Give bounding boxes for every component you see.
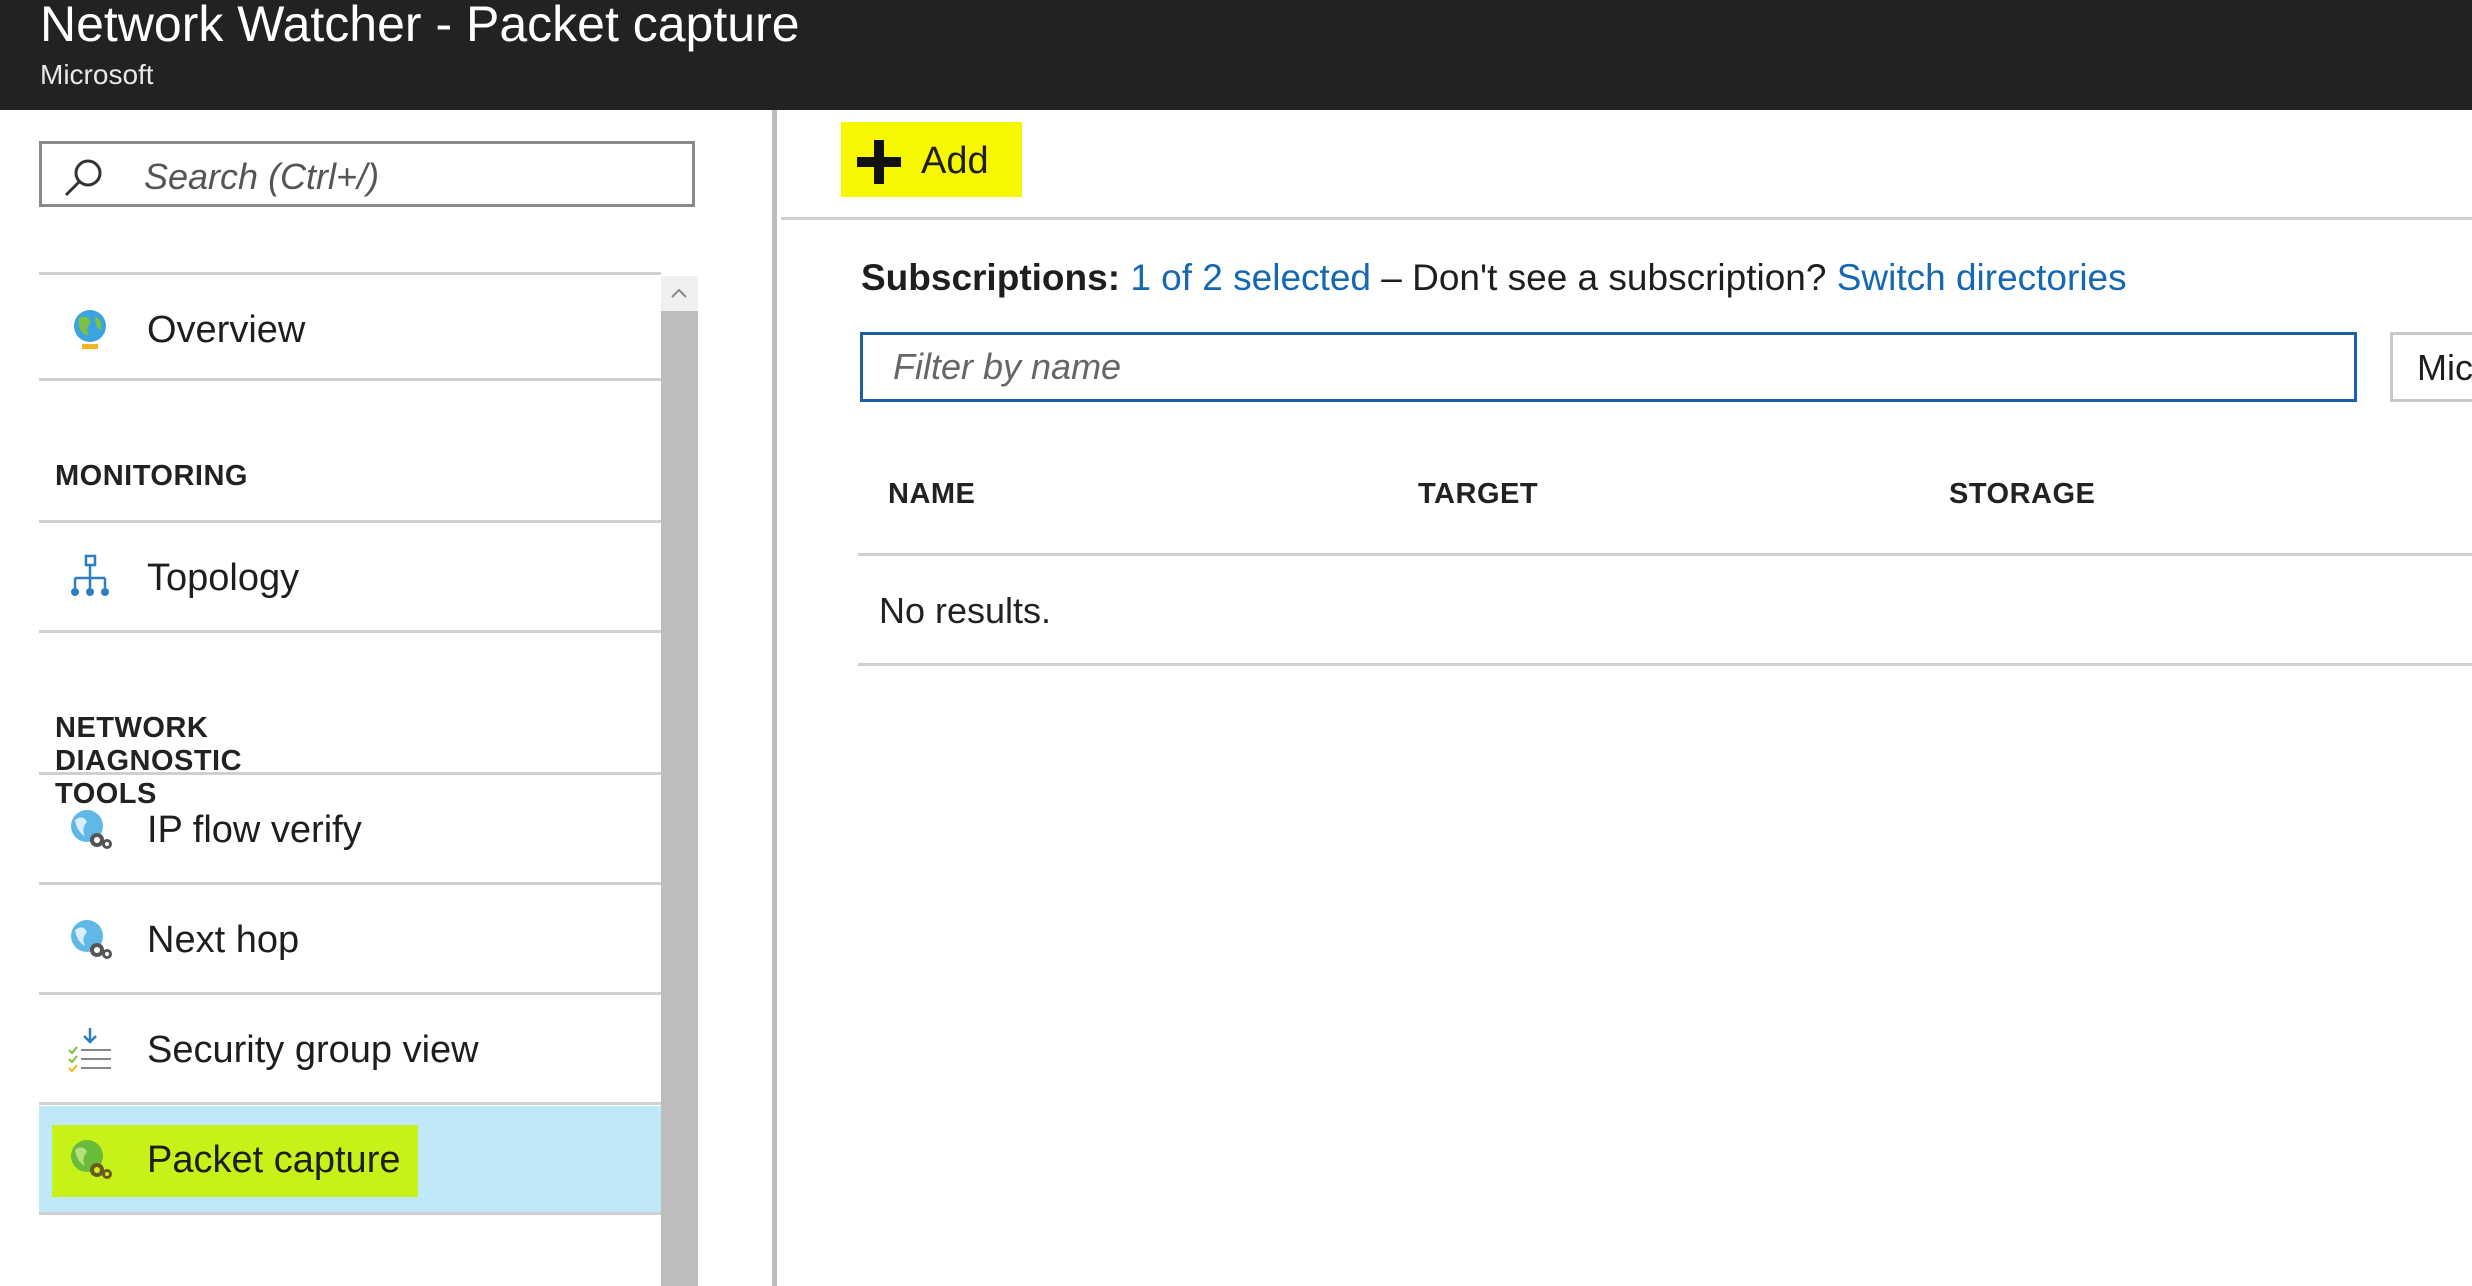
menu-divider [39,378,661,381]
add-button[interactable]: Add [841,122,1022,197]
filter-placeholder: Filter by name [893,346,1122,387]
menu-divider [39,272,661,275]
sidebar-item-label: Overview [147,309,306,351]
menu-divider [39,630,661,633]
subscriptions-line: Subscriptions: 1 of 2 selected – Don't s… [861,256,2127,300]
section-label-monitoring: MONITORING [55,460,248,492]
column-header-storage[interactable]: STORAGE [1949,478,2095,511]
globe-gear-icon [71,810,112,849]
sidebar-item-packet-capture[interactable]: Packet capture [39,1106,661,1212]
sidebar-item-security-group-view[interactable]: Security group view [39,996,661,1102]
sidebar-item-label: Next hop [147,919,300,961]
dropdown-value: Mic [2417,347,2472,388]
menu-divider [39,882,661,885]
subscriptions-label: Subscriptions: [861,257,1121,298]
sidebar-item-label: Topology [147,557,300,599]
column-header-name[interactable]: NAME [888,478,975,511]
plus-icon [857,140,901,184]
sidebar-item-label: Packet capture [147,1139,401,1181]
subscriptions-selector-link[interactable]: 1 of 2 selected [1130,257,1371,298]
add-button-label: Add [921,140,989,182]
topology-icon [71,554,109,596]
chevron-up-icon [671,288,687,298]
search-icon [64,159,102,197]
filter-input[interactable]: Filter by name [860,332,2357,402]
scroll-up-button[interactable] [661,276,698,311]
pane-splitter[interactable] [772,110,777,1286]
menu-divider [39,520,661,523]
table-header-divider [858,553,2472,556]
sidebar-scrollbar[interactable] [661,276,698,1286]
menu-divider [39,1102,661,1105]
toolbar-divider [781,217,2472,220]
blade-header: Network Watcher - Packet capture Microso… [0,0,2472,110]
column-header-target[interactable]: TARGET [1418,478,1538,511]
switch-directories-link[interactable]: Switch directories [1837,257,2127,298]
sidebar-item-overview[interactable]: Overview [39,276,661,382]
sidebar-item-next-hop[interactable]: Next hop [39,886,661,992]
sidebar-item-label: IP flow verify [147,809,362,851]
menu-divider [39,1212,661,1215]
sidebar-item-topology[interactable]: Topology [39,524,661,630]
sidebar-item-ip-flow-verify[interactable]: IP flow verify [39,776,661,882]
globe-icon [74,310,106,349]
menu-divider [39,992,661,995]
globe-gear-icon [71,920,112,959]
empty-state-text: No results. [879,590,1052,631]
table-row-divider [858,663,2472,666]
page-subtitle: Microsoft [40,59,154,90]
page-title: Network Watcher - Packet capture [40,0,800,52]
subscriptions-hint: – Don't see a subscription? [1381,257,1827,298]
checklist-icon [68,1028,111,1072]
menu-divider [39,772,661,775]
subscription-dropdown[interactable]: Mic [2390,332,2472,402]
search-input[interactable]: Search (Ctrl+/) [39,141,695,207]
sidebar-item-label: Security group view [147,1029,479,1071]
globe-gear-icon [71,1140,112,1179]
search-placeholder: Search (Ctrl+/) [144,156,380,197]
